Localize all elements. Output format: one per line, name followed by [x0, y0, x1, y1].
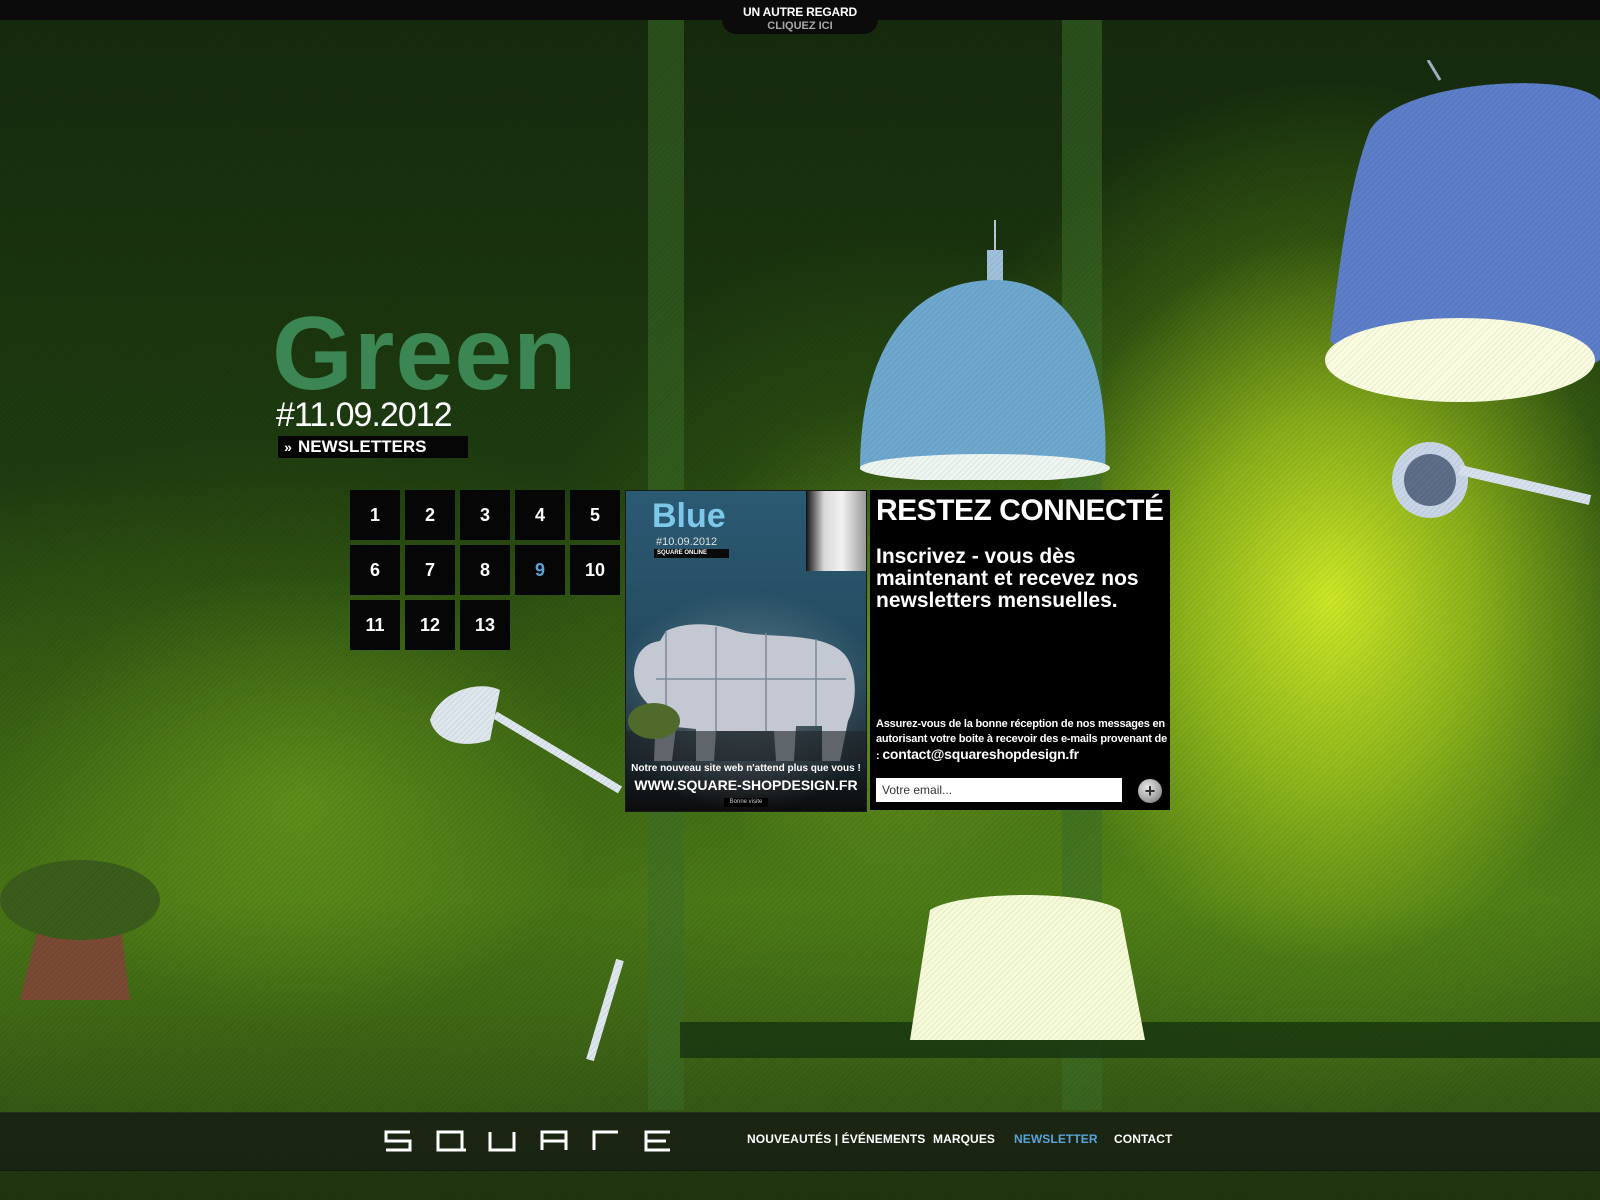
issue-tile[interactable]: 1	[350, 490, 400, 540]
issue-tile[interactable]: 6	[350, 545, 400, 595]
newsletters-link[interactable]: » NEWSLETTERS	[278, 436, 468, 458]
double-chevron-right-icon: »	[284, 439, 292, 455]
square-logo[interactable]	[384, 1130, 674, 1152]
issue-tile[interactable]: 10	[570, 545, 620, 595]
preview-website-link[interactable]: WWW.SQUARE-SHOPDESIGN.FR	[626, 777, 866, 793]
issue-tile[interactable]: 5	[570, 490, 620, 540]
issue-tile[interactable]: 2	[405, 490, 455, 540]
preview-online-label: SQUARE ONLINE	[654, 549, 729, 558]
preview-caption: Notre nouveau site web n'attend plus que…	[631, 763, 861, 774]
issue-tile[interactable]: 7	[405, 545, 455, 595]
issue-tile[interactable]: 12	[405, 600, 455, 650]
issue-tile[interactable]: 13	[460, 600, 510, 650]
email-input[interactable]	[876, 778, 1122, 802]
contact-email: contact@squareshopdesign.fr	[882, 746, 1079, 762]
signup-heading: RESTEZ CONNECTÉ	[876, 494, 1164, 527]
alternate-view-title[interactable]: UN AUTRE REGARD	[722, 0, 878, 19]
subscribe-button[interactable]: +	[1138, 779, 1162, 803]
alternate-view-tab[interactable]: UN AUTRE REGARD CLIQUEZ ICI	[722, 0, 878, 34]
preview-date: #10.09.2012	[656, 536, 718, 548]
issue-tile[interactable]: 11	[350, 600, 400, 650]
nav-brands[interactable]: MARQUES	[933, 1132, 995, 1146]
signup-note: Assurez-vous de la bonne réception de no…	[876, 717, 1168, 764]
nav-news-events[interactable]: NOUVEAUTÉS | ÉVÉNEMENTS	[747, 1132, 925, 1146]
issue-tile[interactable]: 3	[460, 490, 510, 540]
newsletter-title: Green	[272, 296, 578, 412]
newsletter-date: #11.09.2012	[276, 396, 453, 434]
signup-subheading: Inscrivez - vous dès maintenant et recev…	[876, 545, 1139, 612]
alternate-view-link[interactable]: CLIQUEZ ICI	[722, 20, 878, 32]
nav-newsletter[interactable]: NEWSLETTER	[1014, 1132, 1098, 1146]
preview-window	[806, 491, 866, 571]
preview-title: Blue	[652, 497, 726, 535]
footer-band	[0, 1170, 1600, 1200]
newsletters-link-label: NEWSLETTERS	[298, 437, 427, 456]
nav-contact[interactable]: CONTACT	[1114, 1132, 1172, 1146]
newsletter-signup-panel: RESTEZ CONNECTÉ Inscrivez - vous dès mai…	[870, 490, 1170, 810]
issue-tile[interactable]: 4	[515, 490, 565, 540]
preview-visit-label: Bonne visite	[724, 798, 768, 807]
plus-icon: +	[1144, 781, 1156, 801]
issue-tile[interactable]: 8	[460, 545, 510, 595]
issue-tile-active[interactable]: 9	[515, 545, 565, 595]
issue-preview[interactable]: Blue #10.09.2012 SQUARE ONLINE Notre nou…	[625, 490, 867, 812]
bear-shelf-image	[626, 624, 866, 761]
